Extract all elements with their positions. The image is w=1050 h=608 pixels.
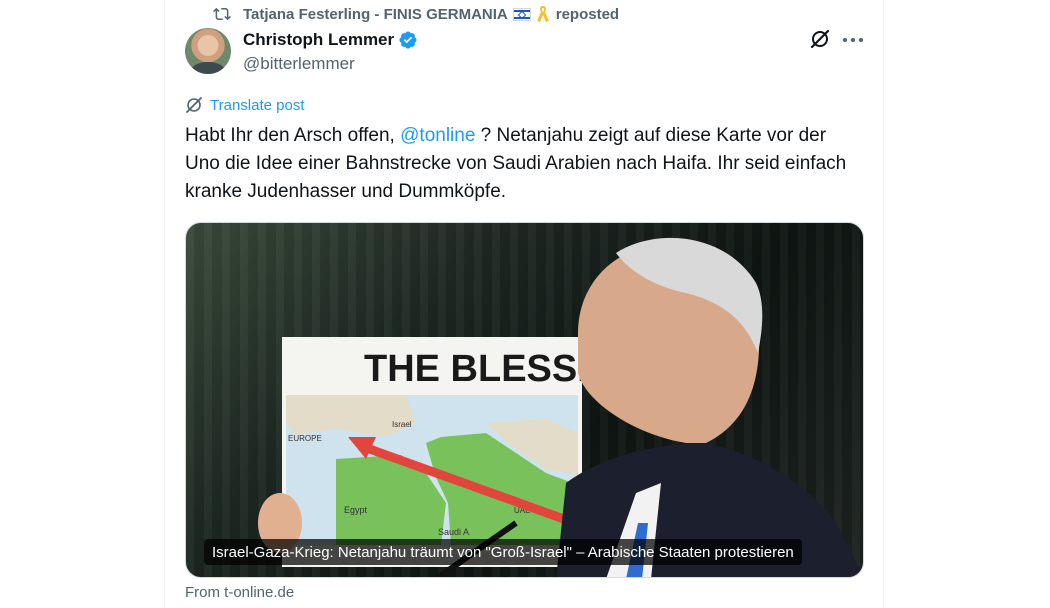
verified-badge-icon: [399, 31, 417, 49]
repost-header[interactable]: Tatjana Festerling - FINIS GERMANIA repo…: [213, 4, 619, 24]
media-caption: Israel-Gaza-Krieg: Netanjahu träumt von …: [204, 539, 802, 565]
avatar[interactable]: [185, 28, 231, 74]
link-card-image[interactable]: THE BLESSING EUROPE Israel Egypt Saudi A…: [185, 222, 864, 578]
repost-icon: [213, 7, 231, 21]
map-europe: [286, 395, 416, 437]
map-label-israel: Israel: [392, 420, 412, 429]
mention-link[interactable]: @tonline: [400, 125, 475, 146]
israel-flag-icon: [512, 7, 531, 21]
grok-icon[interactable]: [809, 28, 831, 50]
translate-post-link[interactable]: Translate post: [185, 96, 305, 114]
photo-illustration: THE BLESSING EUROPE Israel Egypt Saudi A…: [258, 237, 863, 577]
post-text: Habt Ihr den Arsch offen, @tonline ? Net…: [185, 122, 865, 206]
author-handle[interactable]: @bitterlemmer: [243, 54, 355, 74]
more-icon[interactable]: [843, 30, 863, 50]
yellow-ribbon-icon: [536, 6, 549, 22]
reposter-name[interactable]: Tatjana Festerling - FINIS GERMANIA: [243, 6, 508, 23]
repost-label: reposted: [555, 5, 620, 23]
post-text-before: Habt Ihr den Arsch offen,: [185, 125, 401, 146]
map-label-europe: EUROPE: [288, 434, 322, 443]
post-column: Tatjana Festerling - FINIS GERMANIA repo…: [164, 0, 884, 608]
link-source[interactable]: From t-online.de: [185, 584, 294, 601]
author-name-text[interactable]: Christoph Lemmer: [243, 30, 394, 50]
map-label-saudi: Saudi A: [438, 527, 469, 537]
map-label-egypt: Egypt: [344, 505, 368, 515]
author-name[interactable]: Christoph Lemmer: [243, 30, 418, 50]
translate-icon: [186, 97, 202, 113]
translate-label[interactable]: Translate post: [210, 97, 305, 114]
